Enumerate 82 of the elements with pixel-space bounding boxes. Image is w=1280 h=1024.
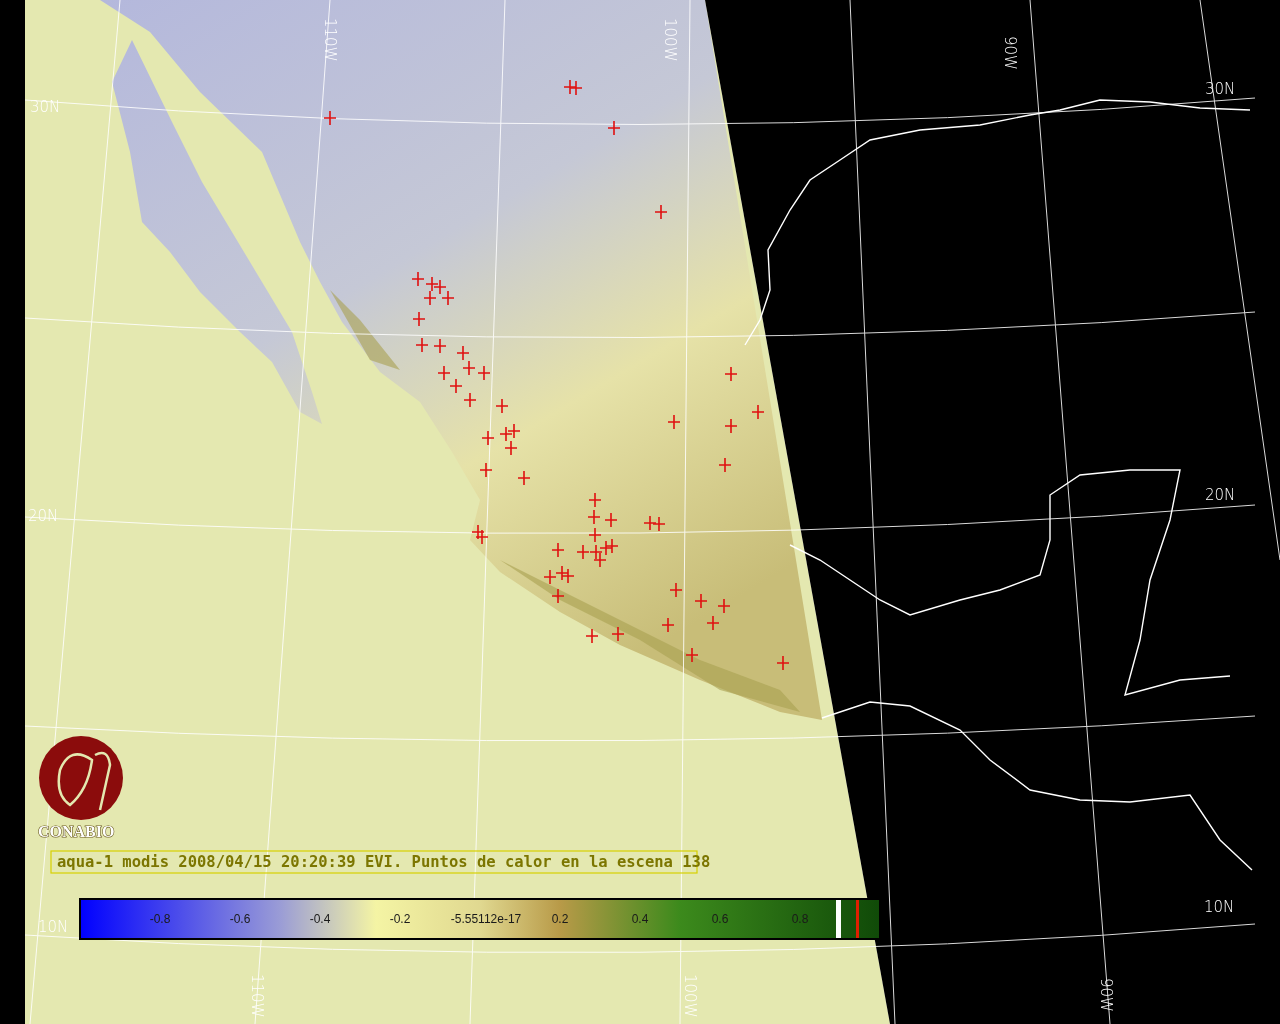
grid-label: 30N	[30, 98, 61, 116]
fire-marker	[415, 337, 429, 353]
logo-text: CONABIO	[38, 823, 115, 840]
fire-marker	[433, 338, 447, 354]
fire-marker	[685, 647, 699, 663]
fire-marker	[643, 515, 657, 531]
fire-marker	[588, 527, 602, 543]
fire-marker	[481, 430, 495, 446]
fire-marker	[706, 615, 720, 631]
fire-marker	[477, 365, 491, 381]
fire-marker	[661, 617, 675, 633]
fire-marker	[718, 457, 732, 473]
fire-marker	[456, 345, 470, 361]
fire-marker	[751, 404, 765, 420]
fire-marker	[587, 509, 601, 525]
fire-marker	[599, 540, 613, 556]
fire-marker	[437, 365, 451, 381]
fire-marker	[441, 290, 455, 306]
grid-label: 10N	[1204, 898, 1235, 916]
grid-label: 110W	[321, 18, 339, 62]
fire-marker	[561, 568, 575, 584]
fire-marker	[694, 593, 708, 609]
scale-tick-label: 0.8	[791, 912, 809, 926]
fire-marker	[504, 440, 518, 456]
fire-marker	[576, 544, 590, 560]
fire-marker	[471, 524, 485, 540]
grid-label: 30N	[1205, 80, 1236, 98]
fire-marker	[323, 110, 337, 126]
fire-marker	[543, 569, 557, 585]
fire-marker	[724, 418, 738, 434]
fire-marker	[588, 492, 602, 508]
fire-marker	[555, 565, 569, 581]
fire-marker	[569, 80, 583, 96]
scale-marker	[836, 900, 841, 938]
logo-icon	[39, 736, 123, 820]
fire-marker	[724, 366, 738, 382]
fire-marker	[776, 655, 790, 671]
fire-marker	[604, 512, 618, 528]
fire-marker	[611, 626, 625, 642]
grid-label: 20N	[1205, 486, 1236, 504]
scale-tick-label: 0.6	[711, 912, 729, 926]
scale-tick-label: 0.4	[631, 912, 649, 926]
fire-marker	[551, 542, 565, 558]
fire-marker	[463, 392, 477, 408]
scale-tick-label: -0.6	[229, 912, 251, 926]
scale-marker	[856, 900, 859, 938]
scale-tick-label: -0.4	[309, 912, 331, 926]
fire-marker	[495, 398, 509, 414]
fire-marker	[551, 588, 565, 604]
scale-tick-label: 0.2	[551, 912, 569, 926]
fire-marker	[589, 544, 603, 560]
fire-marker	[425, 276, 439, 292]
scale-tick-label: -0.2	[389, 912, 411, 926]
grid-label: 10N	[38, 918, 69, 936]
fire-marker	[411, 271, 425, 287]
grid-label: 20N	[28, 507, 59, 525]
grid-label: 110W	[248, 974, 266, 1018]
fire-marker	[475, 529, 489, 545]
fire-marker	[605, 538, 619, 554]
fire-marker	[607, 120, 621, 136]
fire-marker	[517, 470, 531, 486]
fire-marker	[654, 204, 668, 220]
fire-marker	[449, 378, 463, 394]
scale-tick-label: -5.55112e-17	[450, 912, 522, 926]
fire-marker	[669, 582, 683, 598]
scale-tick-label: -0.8	[149, 912, 171, 926]
grid-label: 90W	[1097, 978, 1115, 1012]
fire-marker	[462, 360, 476, 376]
fire-marker	[433, 279, 447, 295]
fire-marker	[479, 462, 493, 478]
grid-label: 90W	[1001, 36, 1019, 70]
grid-label: 100W	[681, 974, 699, 1018]
fire-marker	[717, 598, 731, 614]
fire-marker	[593, 552, 607, 568]
fire-marker	[667, 414, 681, 430]
fire-marker	[563, 79, 577, 95]
fire-marker	[507, 423, 521, 439]
fire-marker	[585, 628, 599, 644]
fire-marker	[499, 426, 513, 442]
fire-marker	[423, 290, 437, 306]
fire-marker	[412, 311, 426, 327]
fire-marker	[652, 516, 666, 532]
